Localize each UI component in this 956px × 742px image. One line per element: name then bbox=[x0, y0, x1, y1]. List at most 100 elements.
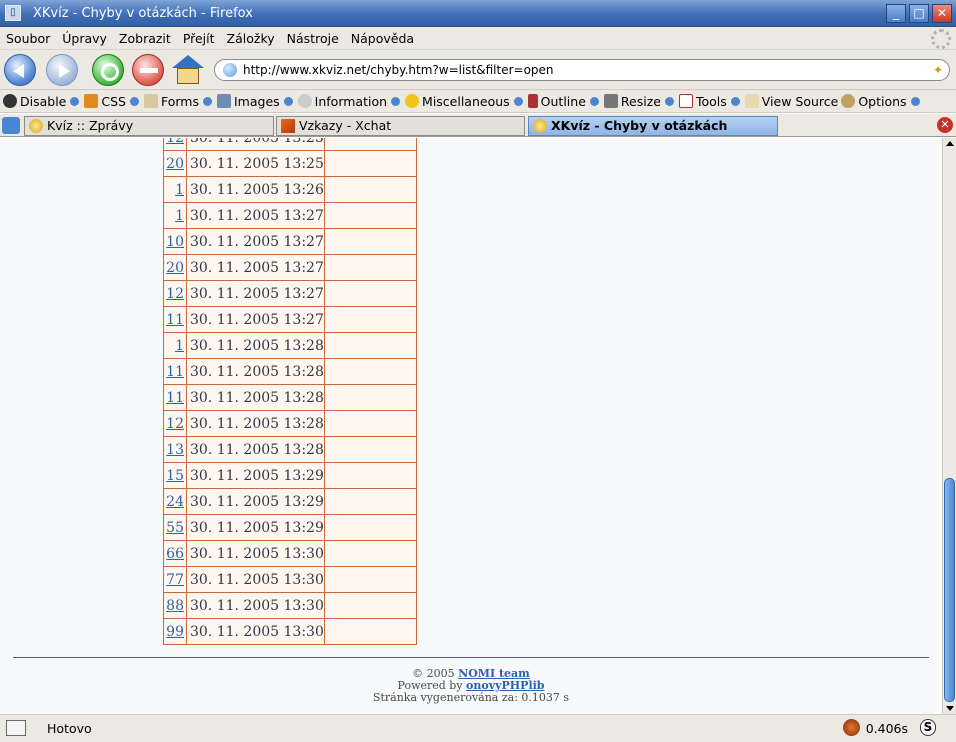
row-id-cell: 24 bbox=[163, 488, 187, 515]
dropdown-icon bbox=[910, 96, 920, 106]
tab-xkviz-chyby[interactable]: XKvíz - Chyby v otázkách bbox=[528, 116, 778, 136]
app-menu-icon[interactable]: ▯ bbox=[5, 5, 21, 21]
question-id-link[interactable]: 24 bbox=[166, 494, 184, 510]
home-button[interactable] bbox=[172, 55, 204, 85]
table-row: 88 30. 11. 2005 13:30 bbox=[163, 592, 417, 619]
question-id-link[interactable]: 77 bbox=[166, 572, 184, 588]
load-time: 0.406s bbox=[865, 721, 908, 736]
row-date-cell: 30. 11. 2005 13:25 bbox=[186, 138, 325, 151]
scrollbar-thumb[interactable] bbox=[944, 478, 955, 702]
dev-resize[interactable]: Resize bbox=[603, 94, 676, 109]
minimize-button[interactable]: _ bbox=[886, 4, 906, 23]
question-id-link[interactable]: 66 bbox=[166, 546, 184, 562]
menu-zalozky[interactable]: Záložky bbox=[227, 31, 275, 46]
dev-outline[interactable]: Outline bbox=[527, 94, 601, 109]
tools-icon bbox=[678, 94, 693, 108]
menu-soubor[interactable]: Soubor bbox=[6, 31, 50, 46]
url-input[interactable] bbox=[243, 63, 923, 77]
page-content: 1230. 11. 2005 13:252030. 11. 2005 13:25… bbox=[0, 138, 942, 714]
question-id-link[interactable]: 12 bbox=[166, 138, 184, 146]
row-empty-cell bbox=[323, 228, 417, 255]
row-id-cell: 1 bbox=[163, 176, 187, 203]
row-date-cell: 30. 11. 2005 13:30 bbox=[186, 618, 325, 645]
firebug-icon[interactable] bbox=[843, 719, 860, 736]
new-tab-button[interactable] bbox=[2, 117, 20, 134]
question-id-link[interactable]: 10 bbox=[166, 234, 184, 250]
close-window-button[interactable]: ✕ bbox=[932, 4, 952, 23]
dev-disable[interactable]: Disable bbox=[3, 94, 81, 109]
question-id-link[interactable]: 11 bbox=[166, 312, 184, 328]
stop-button[interactable] bbox=[132, 54, 164, 86]
dev-images[interactable]: Images bbox=[217, 94, 295, 109]
menu-nastroje[interactable]: Nástroje bbox=[287, 31, 339, 46]
table-row: 11 30. 11. 2005 13:27 bbox=[163, 306, 417, 333]
question-id-link[interactable]: 12 bbox=[166, 416, 184, 432]
dev-view-source[interactable]: View Source bbox=[744, 94, 838, 109]
status-bar: Hotovo 0.406s S bbox=[0, 714, 956, 742]
tab-kviz-zpravy[interactable]: Kvíz :: Zprávy bbox=[24, 116, 274, 136]
table-row: 13 30. 11. 2005 13:28 bbox=[163, 436, 417, 463]
table-row: 99 30. 11. 2005 13:30 bbox=[163, 618, 417, 645]
gear-icon bbox=[841, 94, 856, 108]
back-button[interactable] bbox=[4, 54, 36, 86]
table-row: 55 30. 11. 2005 13:29 bbox=[163, 514, 417, 541]
dev-information[interactable]: Information bbox=[297, 94, 402, 109]
tab-vzkazy-xchat[interactable]: Vzkazy - Xchat bbox=[276, 116, 525, 136]
dev-forms[interactable]: Forms bbox=[143, 94, 214, 109]
go-icon[interactable]: ✦ bbox=[933, 63, 943, 77]
table-row: 66 30. 11. 2005 13:30 bbox=[163, 540, 417, 567]
forward-button[interactable] bbox=[46, 54, 78, 86]
question-id-link[interactable]: 1 bbox=[175, 208, 184, 224]
s-extension-icon[interactable]: S bbox=[920, 719, 936, 736]
row-empty-cell bbox=[323, 202, 417, 229]
table-row: 20 30. 11. 2005 13:25 bbox=[163, 150, 417, 177]
question-id-link[interactable]: 1 bbox=[175, 182, 184, 198]
row-date-cell: 30. 11. 2005 13:28 bbox=[186, 358, 325, 385]
row-empty-cell bbox=[323, 462, 417, 489]
lightbulb-icon bbox=[405, 94, 420, 108]
scroll-up-icon[interactable] bbox=[946, 141, 954, 146]
question-id-link[interactable]: 88 bbox=[166, 598, 184, 614]
question-id-link[interactable]: 20 bbox=[166, 260, 184, 276]
menu-prejit[interactable]: Přejít bbox=[183, 31, 215, 46]
row-id-cell: 10 bbox=[163, 228, 187, 255]
vertical-scrollbar[interactable] bbox=[942, 138, 956, 714]
row-date-cell: 30. 11. 2005 13:30 bbox=[186, 592, 325, 619]
disable-icon bbox=[3, 94, 17, 108]
magnifier-icon bbox=[297, 94, 312, 108]
question-id-link[interactable]: 11 bbox=[166, 390, 184, 406]
dev-css[interactable]: CSS bbox=[84, 94, 141, 109]
row-date-cell: 30. 11. 2005 13:27 bbox=[186, 202, 325, 229]
row-empty-cell bbox=[323, 254, 417, 281]
row-empty-cell bbox=[323, 306, 417, 333]
question-id-link[interactable]: 1 bbox=[175, 338, 184, 354]
close-tab-button[interactable]: ✕ bbox=[937, 117, 953, 133]
outline-icon bbox=[527, 94, 538, 108]
menu-napoveda[interactable]: Nápověda bbox=[351, 31, 414, 46]
scroll-down-icon[interactable] bbox=[946, 706, 954, 711]
url-bar[interactable]: ✦ bbox=[214, 59, 950, 81]
reload-button[interactable] bbox=[92, 54, 124, 86]
maximize-button[interactable]: □ bbox=[909, 4, 929, 23]
row-id-cell: 11 bbox=[163, 358, 187, 385]
table-row: 15 30. 11. 2005 13:29 bbox=[163, 462, 417, 489]
menu-zobrazit[interactable]: Zobrazit bbox=[119, 31, 171, 46]
dev-miscellaneous[interactable]: Miscellaneous bbox=[405, 94, 525, 109]
row-empty-cell bbox=[323, 384, 417, 411]
row-empty-cell bbox=[323, 280, 417, 307]
dev-tools[interactable]: Tools bbox=[678, 94, 742, 109]
question-id-link[interactable]: 15 bbox=[166, 468, 184, 484]
row-id-cell: 15 bbox=[163, 462, 187, 489]
question-id-link[interactable]: 13 bbox=[166, 442, 184, 458]
row-id-cell: 1 bbox=[163, 332, 187, 359]
question-id-link[interactable]: 12 bbox=[166, 286, 184, 302]
row-date-cell: 30. 11. 2005 13:27 bbox=[186, 254, 325, 281]
row-id-cell: 99 bbox=[163, 618, 187, 645]
question-id-link[interactable]: 99 bbox=[166, 624, 184, 640]
question-id-link[interactable]: 11 bbox=[166, 364, 184, 380]
question-id-link[interactable]: 55 bbox=[166, 520, 184, 536]
dev-options[interactable]: Options bbox=[841, 94, 921, 109]
menu-upravy[interactable]: Úpravy bbox=[62, 31, 107, 46]
footer-divider bbox=[13, 657, 929, 658]
question-id-link[interactable]: 20 bbox=[166, 156, 184, 172]
